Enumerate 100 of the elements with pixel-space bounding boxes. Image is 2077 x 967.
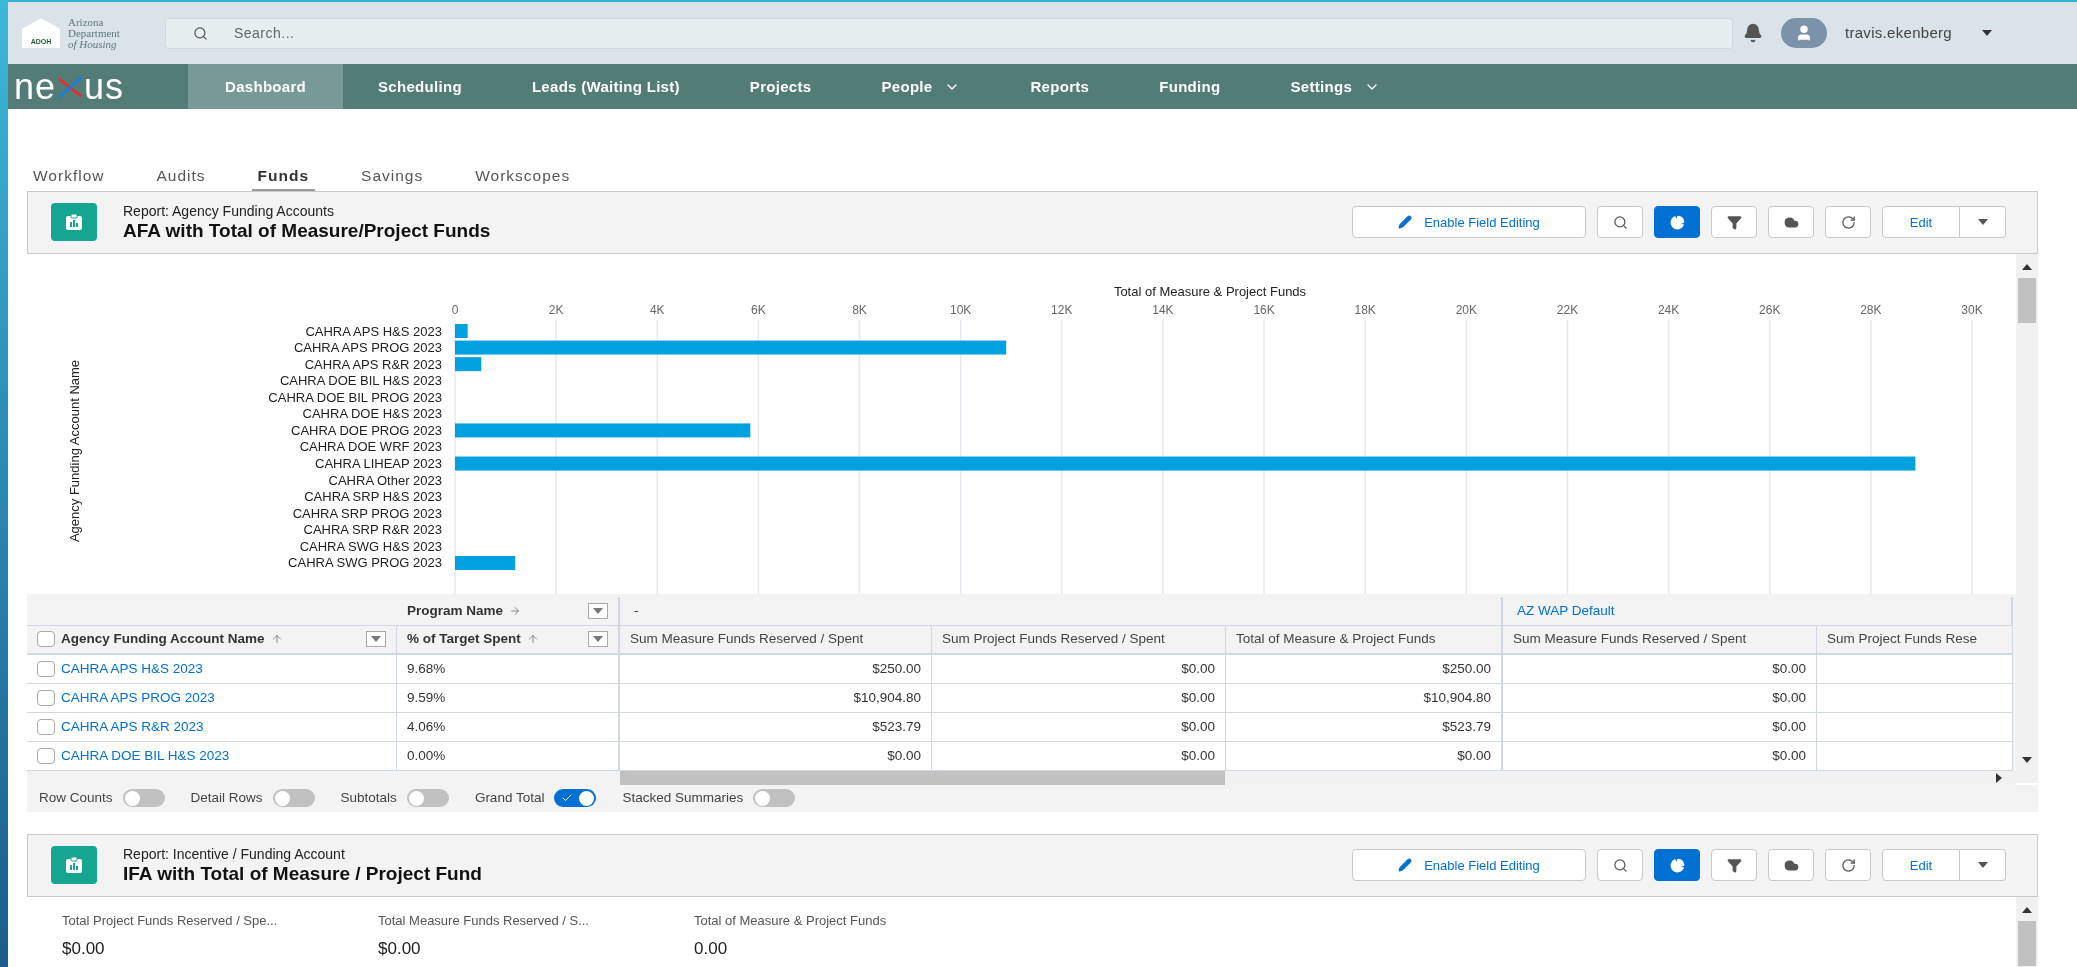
edit-button[interactable]: Edit <box>1882 849 1960 882</box>
toggle-switch[interactable] <box>406 789 449 808</box>
summary-label: Total Measure Funds Reserved / S... <box>378 912 590 930</box>
tick-label: 12K <box>1051 303 1073 317</box>
nexus-logo[interactable]: ne us <box>8 64 188 110</box>
toolbar-button[interactable] <box>1597 849 1643 882</box>
toolbar-button[interactable] <box>1768 849 1814 882</box>
category-label: CAHRA DOE BIL H&S 2023 <box>279 373 442 389</box>
chart-title: Total of Measure & Project Funds <box>1113 284 1307 299</box>
enable-field-editing-button[interactable]: Enable Field Editing <box>1352 849 1586 882</box>
arrow-right-icon <box>509 605 522 617</box>
toggle-label: Stacked Summaries <box>622 789 744 808</box>
username[interactable]: travis.ekenberg <box>1844 21 1952 45</box>
nav-item[interactable]: Projects <box>714 64 847 110</box>
caret-icon <box>593 608 603 614</box>
edit-menu-button[interactable] <box>1960 849 2006 882</box>
scroll-right-icon <box>1996 773 2002 783</box>
table-cell-text: $523.79 <box>872 717 921 736</box>
tick-label: 4K <box>649 303 665 317</box>
toolbar-button[interactable] <box>1597 206 1643 239</box>
table-cell-text: $0.00 <box>1181 717 1215 736</box>
toolbar-button[interactable] <box>1654 849 1700 882</box>
nav-item[interactable]: Leads (Waiting List) <box>496 64 715 110</box>
summary-value: $0.00 <box>378 938 422 961</box>
nav-item[interactable]: People <box>846 64 996 110</box>
row-checkbox[interactable] <box>37 748 55 764</box>
scrollbar-thumb[interactable] <box>2018 278 2036 323</box>
nav-item[interactable]: Funding <box>1124 64 1256 110</box>
row-checkbox[interactable] <box>37 690 55 706</box>
toolbar-button[interactable] <box>1654 206 1700 239</box>
caret-icon <box>371 636 381 643</box>
category-label: CAHRA APS PROG 2023 <box>293 340 442 356</box>
toolbar-button[interactable] <box>1711 849 1757 882</box>
nav-item[interactable]: Scheduling <box>343 64 497 110</box>
tab[interactable]: Workscopes <box>469 163 577 191</box>
edit-button[interactable]: Edit <box>1882 206 1960 239</box>
tick-label: 26K <box>1759 303 1781 317</box>
summary-value: 0.00 <box>694 938 729 961</box>
report-title: AFA with Total of Measure/Project Funds <box>123 220 491 243</box>
tick-label: 24K <box>1657 303 1680 317</box>
column-menu-button[interactable] <box>588 603 608 619</box>
tick-label: 28K <box>1860 303 1882 317</box>
toggle-label: Row Counts <box>39 789 113 808</box>
tick-label: 16K <box>1253 303 1275 317</box>
toolbar-button[interactable] <box>1825 206 1871 239</box>
refresh-icon <box>1840 215 1856 230</box>
column-header[interactable]: Sum Measure Funds Reserved / Spent <box>630 629 864 650</box>
toggle-label: Subtotals <box>340 789 397 808</box>
tab[interactable]: Workflow <box>27 163 111 191</box>
cloud-icon <box>1783 215 1799 230</box>
toolbar-button[interactable] <box>1711 206 1757 239</box>
toolbar-button[interactable] <box>1825 849 1871 882</box>
pencil-icon <box>1398 215 1413 230</box>
table-cell-text: 0.00% <box>407 746 446 765</box>
search-icon <box>1612 858 1628 873</box>
notifications-icon[interactable] <box>1742 23 1763 44</box>
nav-item[interactable]: Dashboard <box>188 64 344 110</box>
pie-chart-icon <box>1669 858 1685 873</box>
toggle-switch[interactable] <box>272 789 315 808</box>
search-field[interactable]: Search... <box>164 17 1733 49</box>
toggle-switch[interactable] <box>753 789 796 808</box>
toolbar-button[interactable] <box>1768 206 1814 239</box>
scrollbar-thumb[interactable] <box>2018 921 2036 966</box>
scroll-up-icon <box>2022 264 2032 270</box>
table-cell-text: $0.00 <box>887 746 921 765</box>
vertical-scrollbar[interactable] <box>2016 897 2038 967</box>
edit-menu-button[interactable] <box>1960 206 2006 239</box>
category-label: CAHRA DOE PROG 2023 <box>291 422 442 438</box>
column-header[interactable]: Sum Project Funds Rese <box>1827 629 1978 650</box>
nav-item[interactable]: Settings <box>1255 64 1416 110</box>
column-header[interactable]: % of Target Spent <box>407 629 521 650</box>
toggle-switch[interactable] <box>554 789 597 808</box>
toggle-switch[interactable] <box>122 789 165 808</box>
row-checkbox[interactable] <box>37 719 55 735</box>
tab[interactable]: Savings <box>355 163 430 191</box>
column-header[interactable]: Total of Measure & Project Funds <box>1236 629 1436 650</box>
category-label: CAHRA LIHEAP 2023 <box>315 456 442 472</box>
table-cell-text: $0.00 <box>1772 659 1806 678</box>
nav-item[interactable]: Reports <box>995 64 1125 110</box>
sort-arrow-icon[interactable] <box>270 633 283 646</box>
vertical-scrollbar[interactable] <box>2016 254 2038 783</box>
bar <box>455 357 482 372</box>
group-link[interactable]: AZ WAP Default <box>1517 600 1615 622</box>
summary-label: Total of Measure & Project Funds <box>694 912 888 930</box>
enable-field-editing-button[interactable]: Enable Field Editing <box>1352 206 1586 239</box>
row-checkbox[interactable] <box>37 661 55 677</box>
sort-arrow-icon[interactable] <box>526 633 539 646</box>
column-header[interactable]: Agency Funding Account Name <box>61 629 265 650</box>
report-icon <box>51 846 97 885</box>
select-all-checkbox[interactable] <box>37 631 55 648</box>
column-menu-button[interactable] <box>366 631 386 648</box>
caret-icon <box>593 636 603 643</box>
tab[interactable]: Audits <box>150 163 212 191</box>
column-header[interactable]: Sum Measure Funds Reserved / Spent <box>1513 629 1747 650</box>
column-header[interactable]: Sum Project Funds Reserved / Spent <box>942 629 1165 650</box>
table-cell-text: $0.00 <box>1181 688 1215 707</box>
tick-label: 0 <box>451 303 459 317</box>
column-menu-button[interactable] <box>588 631 608 648</box>
pivot-header: Program Name <box>407 601 504 620</box>
user-avatar[interactable] <box>1780 18 1827 49</box>
